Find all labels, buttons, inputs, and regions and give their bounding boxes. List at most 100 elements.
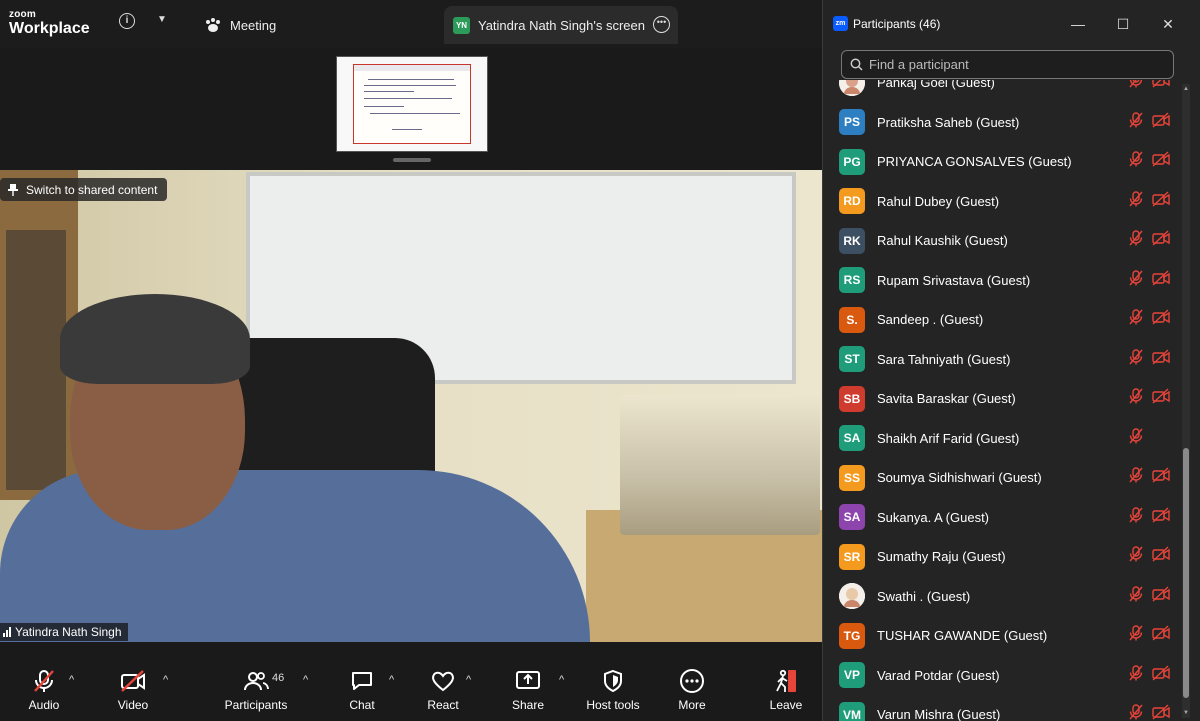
video-off-icon[interactable]	[1151, 80, 1171, 94]
shared-content-thumbnail[interactable]	[336, 56, 488, 152]
more-button[interactable]: More	[675, 658, 709, 721]
scrollbar-thumb[interactable]	[1183, 448, 1189, 698]
microphone-muted-icon[interactable]	[1127, 190, 1145, 213]
speaker-name: Yatindra Nath Singh	[15, 625, 122, 639]
microphone-muted-icon[interactable]	[1127, 308, 1145, 331]
microphone-muted-icon[interactable]	[1127, 229, 1145, 252]
microphone-muted-icon[interactable]	[1127, 427, 1145, 450]
logo-line2: Workplace	[9, 20, 90, 37]
leave-icon	[776, 669, 796, 692]
react-button[interactable]: React	[424, 658, 462, 721]
shared-screen-tab[interactable]: YN Yatindra Nath Singh's screen •••	[444, 6, 678, 44]
microphone-muted-icon[interactable]	[1127, 150, 1145, 173]
video-off-icon[interactable]	[1151, 269, 1171, 292]
microphone-muted-icon[interactable]	[1127, 624, 1145, 647]
meeting-toolbar: Audio ^ Video ^ Participants 46 ^ Chat ^…	[0, 658, 822, 721]
participant-row[interactable]: SB Savita Baraskar (Guest)	[823, 379, 1183, 418]
participants-button[interactable]: Participants	[222, 658, 290, 721]
video-off-icon[interactable]	[1151, 624, 1171, 647]
participant-row[interactable]: RS Rupam Srivastava (Guest)	[823, 261, 1183, 300]
video-off-icon[interactable]	[1151, 703, 1171, 721]
microphone-muted-icon[interactable]	[1127, 269, 1145, 292]
maximize-icon[interactable]: ☐	[1111, 12, 1135, 36]
video-off-icon[interactable]	[1151, 387, 1171, 410]
more-options-icon[interactable]: •••	[653, 16, 670, 33]
info-icon[interactable]: i	[119, 13, 135, 29]
leave-button[interactable]: Leave	[768, 658, 804, 721]
participant-row[interactable]: PS Pratiksha Saheb (Guest)	[823, 103, 1183, 142]
participant-name: Sara Tahniyath (Guest)	[877, 351, 1011, 367]
video-button[interactable]: Video	[112, 658, 154, 721]
participant-row[interactable]: S. Sandeep . (Guest)	[823, 300, 1183, 339]
video-off-icon	[121, 670, 145, 692]
close-icon[interactable]: ✕	[1156, 12, 1180, 36]
participant-row[interactable]: Pankaj Goel (Guest)	[823, 80, 1183, 102]
participant-row[interactable]: VM Varun Mishra (Guest)	[823, 695, 1183, 721]
chat-button[interactable]: Chat	[344, 658, 380, 721]
microphone-muted-icon[interactable]	[1127, 348, 1145, 371]
video-off-icon[interactable]	[1151, 664, 1171, 687]
video-off-icon[interactable]	[1151, 150, 1171, 173]
share-button[interactable]: Share	[509, 658, 547, 721]
microphone-muted-icon[interactable]	[1127, 703, 1145, 721]
participant-row[interactable]: PG PRIYANCA GONSALVES (Guest)	[823, 142, 1183, 181]
participants-caret-icon[interactable]: ^	[303, 674, 308, 686]
react-caret-icon[interactable]: ^	[466, 674, 471, 686]
video-off-icon[interactable]	[1151, 111, 1171, 134]
host-tools-button[interactable]: Host tools	[584, 658, 642, 721]
resize-handle[interactable]	[393, 158, 431, 162]
video-caret-icon[interactable]: ^	[163, 674, 168, 686]
microphone-muted-icon[interactable]	[1127, 387, 1145, 410]
chat-caret-icon[interactable]: ^	[389, 674, 394, 686]
video-off-icon[interactable]	[1151, 545, 1171, 568]
react-label: React	[427, 698, 459, 712]
participant-row[interactable]: Swathi . (Guest)	[823, 577, 1183, 616]
participant-search[interactable]	[841, 50, 1174, 79]
participant-row[interactable]: SS Soumya Sidhishwari (Guest)	[823, 458, 1183, 497]
scroll-down-icon[interactable]: ▼	[1182, 710, 1190, 716]
microphone-muted-icon[interactable]	[1127, 585, 1145, 608]
participant-list-scrollbar[interactable]: ▲ ▼	[1182, 84, 1190, 718]
microphone-muted-icon[interactable]	[1127, 545, 1145, 568]
scroll-up-icon[interactable]: ▲	[1182, 86, 1190, 92]
microphone-muted-icon[interactable]	[1127, 466, 1145, 489]
participant-name: Soumya Sidhishwari (Guest)	[877, 470, 1042, 485]
participant-name: Pankaj Goel (Guest)	[877, 80, 995, 90]
video-off-icon[interactable]	[1151, 348, 1171, 371]
minimize-icon[interactable]: —	[1066, 12, 1090, 36]
video-off-icon[interactable]	[1151, 308, 1171, 331]
participant-row[interactable]: ST Sara Tahniyath (Guest)	[823, 340, 1183, 379]
meeting-button[interactable]: Meeting	[204, 14, 276, 36]
participant-row[interactable]: SR Sumathy Raju (Guest)	[823, 537, 1183, 576]
participants-panel-header: zm Participants (46) — ☐ ✕	[823, 0, 1200, 48]
audio-button[interactable]: Audio	[22, 658, 66, 721]
video-off-icon[interactable]	[1151, 506, 1171, 529]
switch-to-shared-content-button[interactable]: Switch to shared content	[0, 178, 168, 201]
microphone-muted-icon[interactable]	[1127, 80, 1145, 94]
participant-row[interactable]: RD Rahul Dubey (Guest)	[823, 182, 1183, 221]
avatar: PS	[839, 109, 865, 135]
avatar: SR	[839, 543, 865, 570]
participant-row[interactable]: VP Varad Potdar (Guest)	[823, 656, 1183, 695]
avatar	[839, 583, 865, 609]
microphone-muted-icon[interactable]	[1127, 664, 1145, 687]
video-off-icon[interactable]	[1151, 585, 1171, 608]
participants-panel: zm Participants (46) — ☐ ✕ Pankaj Goel (…	[822, 0, 1200, 721]
participant-row[interactable]: TG TUSHAR GAWANDE (Guest)	[823, 616, 1183, 655]
video-off-icon[interactable]	[1151, 229, 1171, 252]
participant-row[interactable]: SA Sukanya. A (Guest)	[823, 498, 1183, 537]
video-off-icon[interactable]	[1151, 190, 1171, 213]
participant-row[interactable]: RK Rahul Kaushik (Guest)	[823, 221, 1183, 260]
search-input[interactable]	[869, 57, 1159, 72]
video-off-icon[interactable]	[1151, 466, 1171, 489]
presenter-avatar: YN	[453, 16, 470, 34]
participant-row[interactable]: SA Shaikh Arif Farid (Guest)	[823, 419, 1183, 458]
microphone-muted-icon[interactable]	[1127, 506, 1145, 529]
microphone-muted-icon[interactable]	[1127, 111, 1145, 134]
avatar: SS	[839, 464, 865, 491]
chevron-down-icon[interactable]: ▼	[157, 14, 167, 25]
avatar: SA	[839, 504, 865, 530]
audio-caret-icon[interactable]: ^	[69, 674, 74, 686]
top-bar: zoom Workplace i ▼ Meeting YN Yatindra N…	[0, 0, 822, 48]
share-caret-icon[interactable]: ^	[559, 674, 564, 686]
